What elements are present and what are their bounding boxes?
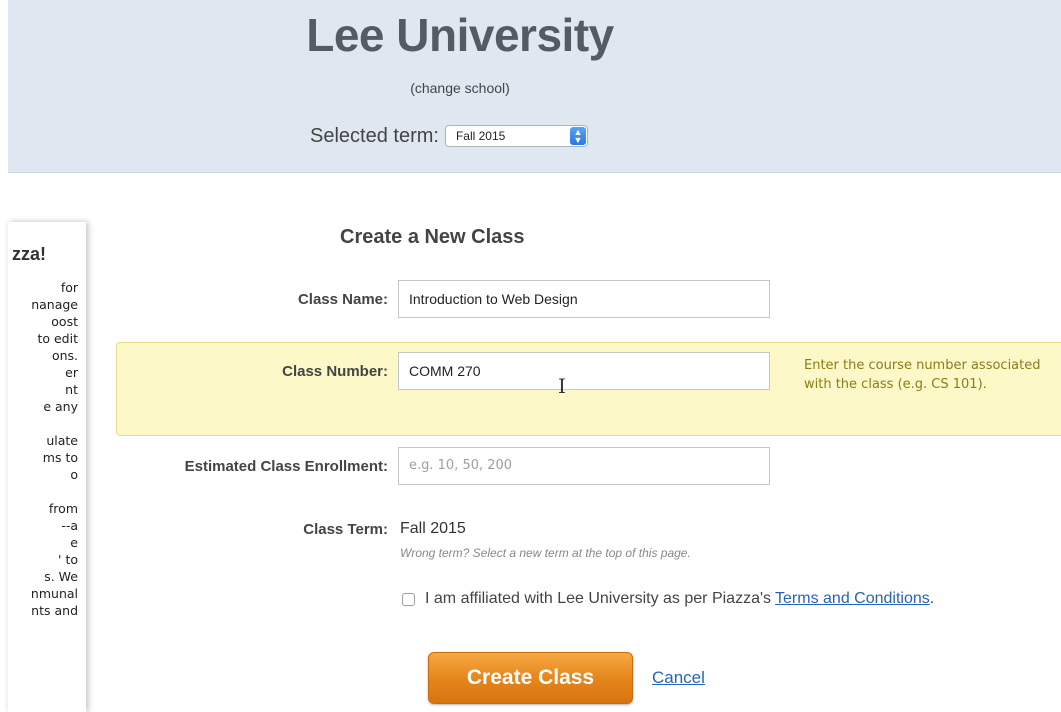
side-panel-line: --a: [61, 518, 78, 533]
side-panel-line: for: [60, 280, 78, 295]
side-panel-line: oost: [51, 314, 78, 329]
welcome-side-panel: zza! for nanage oost to edit ons. er nt …: [8, 222, 86, 712]
class-term-label: Class Term:: [303, 521, 388, 538]
enrollment-input[interactable]: e.g. 10, 50, 200: [398, 447, 770, 485]
terms-link[interactable]: Terms and Conditions: [775, 590, 930, 608]
side-panel-line: ulate: [46, 433, 78, 448]
side-panel-line: nts and: [31, 603, 78, 618]
side-panel-line: from: [48, 501, 78, 516]
side-panel-line: ons.: [51, 348, 78, 363]
class-number-input[interactable]: COMM 270: [398, 352, 770, 390]
side-panel-line: to edit: [37, 331, 78, 346]
class-name-input[interactable]: Introduction to Web Design: [398, 280, 770, 318]
side-panel-line: er: [65, 365, 78, 380]
enrollment-label: Estimated Class Enrollment:: [184, 458, 388, 475]
class-term-note: Wrong term? Select a new term at the top…: [400, 546, 691, 560]
side-panel-line: nmunal: [30, 586, 78, 601]
side-panel-line: nanage: [31, 297, 78, 312]
affiliation-row: I am affiliated with Lee University as p…: [402, 590, 934, 608]
term-select-value: Fall 2015: [455, 129, 506, 143]
select-arrows-icon: ▲ ▼: [569, 127, 586, 145]
term-select[interactable]: Fall 2015 ▲ ▼: [444, 125, 588, 147]
side-panel-line: e any: [43, 399, 78, 414]
form-title: Create a New Class: [340, 226, 525, 248]
side-panel-title: zza!: [12, 244, 47, 264]
side-panel-line: e: [70, 535, 78, 550]
create-class-button[interactable]: Create Class: [428, 652, 633, 704]
side-panel-line: ' to: [58, 552, 78, 567]
affiliation-checkbox[interactable]: [402, 592, 415, 606]
text-cursor-icon: I: [558, 374, 566, 398]
side-panel-line: s. We: [44, 569, 78, 584]
school-name: Lee University: [306, 9, 614, 61]
side-panel-line: ms to: [42, 450, 78, 465]
class-number-hint: Enter the course number associated with …: [804, 358, 1041, 392]
class-name-label: Class Name:: [297, 291, 388, 308]
side-panel-line: nt: [65, 382, 78, 397]
class-number-label: Class Number:: [282, 363, 388, 380]
class-term-value: Fall 2015: [400, 520, 466, 537]
side-panel-line: o: [70, 467, 78, 482]
term-label: Selected term:: [310, 124, 439, 147]
affiliation-text: I am affiliated with Lee University as p…: [425, 590, 772, 607]
affiliation-period: .: [929, 590, 935, 607]
change-school-link[interactable]: (change school): [0, 80, 920, 96]
cancel-link[interactable]: Cancel: [652, 668, 705, 688]
term-selector-row: Selected term: Fall 2015 ▲ ▼: [310, 122, 588, 150]
